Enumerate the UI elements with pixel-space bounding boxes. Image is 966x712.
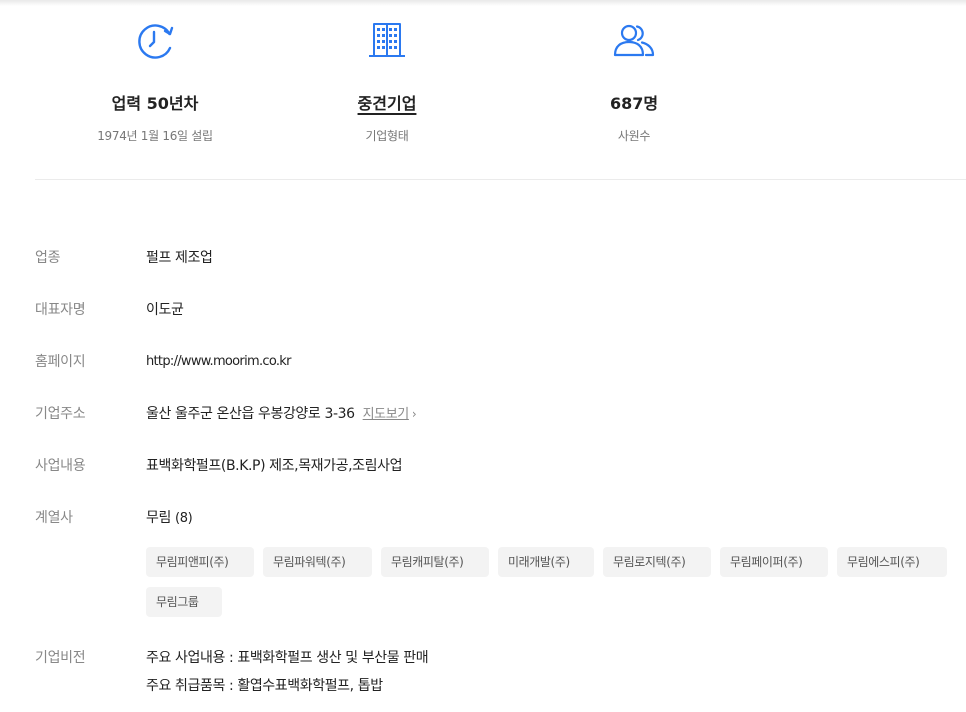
affiliates-group: 무림 (8) <box>146 508 193 529</box>
company-type-value[interactable]: 중견기업 <box>267 92 507 116</box>
affiliate-chip[interactable]: 무림캐피탈(주) <box>381 547 489 577</box>
company-stats: 업력 50년차 1974년 1월 16일 설립 중견기업 기업형태 687명 사… <box>0 0 966 180</box>
people-icon <box>611 18 657 64</box>
employee-count: 687명 <box>609 94 659 113</box>
section-divider <box>35 179 966 180</box>
years-value: 업력 50년차 <box>111 94 199 113</box>
affiliate-chip[interactable]: 무림파워텍(주) <box>263 547 372 577</box>
industry-value: 펄프 제조업 <box>146 250 213 266</box>
map-view-label: 지도보기 <box>362 407 410 422</box>
affiliate-chip[interactable]: 무림피앤피(주) <box>146 547 254 577</box>
ceo-label: 대표자명 <box>35 302 86 318</box>
founded-date: 1974년 1월 16일 설립 <box>97 129 213 143</box>
homepage-link[interactable]: http://www.moorim.co.kr <box>146 352 291 372</box>
industry-label: 업종 <box>35 250 61 266</box>
vision-label: 기업비전 <box>35 650 86 666</box>
employee-label: 사원수 <box>617 129 651 143</box>
building-icon <box>364 18 410 64</box>
chevron-right-icon: › <box>411 407 417 421</box>
affiliates-label: 계열사 <box>35 510 73 526</box>
address-value: 울산 울주군 온산읍 우봉강양로 3-36 <box>146 406 355 422</box>
map-view-link[interactable]: 지도보기 › <box>363 407 417 422</box>
address-row: 울산 울주군 온산읍 우봉강양로 3-36 지도보기 › <box>146 404 417 425</box>
vision-line: 주요 취급품목 : 활엽수표백화학펄프, 톱밥 <box>146 678 383 694</box>
affiliate-group-name: 무림 <box>146 510 171 526</box>
vision-line: 주요 사업내용 : 표백화학펄프 생산 및 부산물 판매 <box>146 650 429 666</box>
clock-icon <box>132 18 178 64</box>
affiliate-chip[interactable]: 무림에스피(주) <box>837 547 947 577</box>
homepage-label: 홈페이지 <box>35 354 86 370</box>
affiliate-chip[interactable]: 무림페이퍼(주) <box>720 547 828 577</box>
affiliate-chip[interactable]: 무림로지텍(주) <box>603 547 711 577</box>
address-label: 기업주소 <box>35 406 86 422</box>
business-label: 사업내용 <box>35 458 86 474</box>
affiliate-chip[interactable]: 미래개발(주) <box>498 547 594 577</box>
business-value: 표백화학펄프(B.K.P) 제조,목재가공,조림사업 <box>146 458 403 474</box>
affiliate-chip[interactable]: 무림그룹 <box>146 587 222 617</box>
ceo-value: 이도균 <box>146 302 184 318</box>
company-type-label: 기업형태 <box>365 129 409 143</box>
affiliate-count: (8) <box>175 511 193 526</box>
